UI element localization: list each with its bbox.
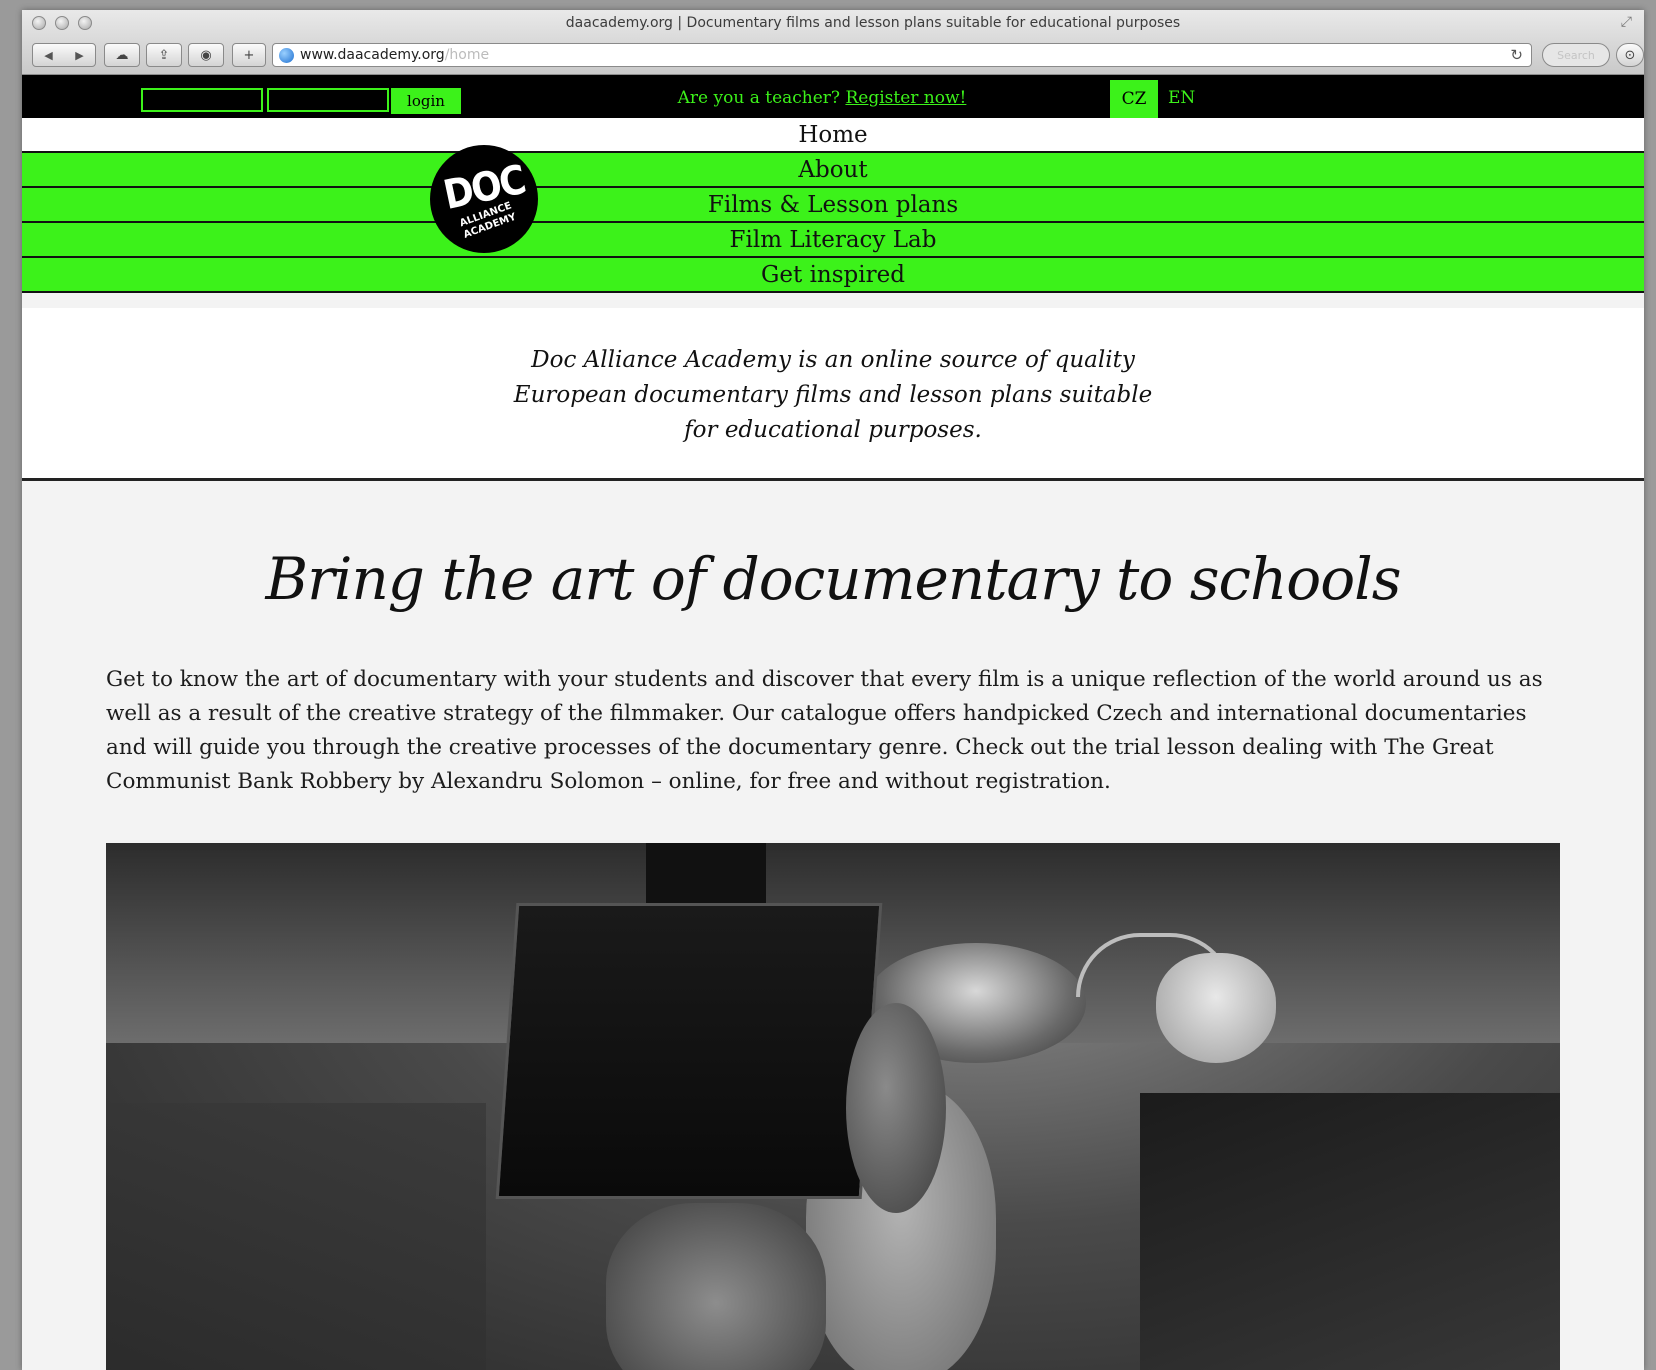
downloads-icon: ⊙ — [1624, 47, 1636, 63]
forward-icon[interactable]: ▶ — [75, 49, 83, 62]
back-forward-buttons[interactable]: ◀ ▶ — [32, 43, 96, 67]
window-controls — [32, 16, 92, 30]
menu-item-get-inspired[interactable]: Get inspired — [22, 258, 1644, 293]
intro-paragraph: Get to know the art of documentary with … — [106, 667, 1543, 794]
icloud-button[interactable]: ☁ — [104, 43, 140, 67]
browser-window: daacademy.org | Documentary films and le… — [22, 10, 1644, 1370]
menu-item-home[interactable]: Home — [22, 118, 1644, 153]
username-input[interactable] — [141, 88, 263, 112]
main-menu: Home About Films & Lesson plans Film Lit… — [22, 118, 1644, 293]
lang-cz-button[interactable]: CZ — [1110, 80, 1158, 118]
photo-camera-lens — [846, 1003, 946, 1213]
downloads-button[interactable]: ⊙ — [1616, 43, 1644, 67]
search-field[interactable]: Search — [1542, 43, 1610, 67]
teacher-prompt: Are you a teacher? Register now! — [572, 88, 1072, 108]
url-host: www.daacademy.org — [300, 47, 445, 63]
zoom-window-icon[interactable] — [78, 16, 92, 30]
menu-item-film-literacy-lab[interactable]: Film Literacy Lab — [22, 223, 1644, 258]
photo-lamp-shade — [1156, 953, 1276, 1063]
hero-photo — [106, 843, 1560, 1370]
history-icon: ◉ — [200, 47, 212, 63]
photo-wall-left — [106, 1103, 486, 1370]
lang-en-button[interactable]: EN — [1168, 88, 1195, 108]
photo-wall-right — [1140, 1093, 1560, 1370]
fullscreen-icon[interactable]: ⤢ — [1621, 14, 1632, 30]
reload-icon[interactable]: ↻ — [1510, 46, 1523, 64]
address-bar[interactable]: www.daacademy.org/home ↻ — [272, 43, 1532, 67]
photo-hand — [606, 1203, 826, 1370]
intro-text: Doc Alliance Academy is an online source… — [513, 347, 1153, 443]
register-link[interactable]: Register now! — [845, 88, 966, 108]
browser-toolbar: daacademy.org | Documentary films and le… — [22, 10, 1644, 75]
back-icon[interactable]: ◀ — [44, 49, 52, 62]
window-title: daacademy.org | Documentary films and le… — [565, 15, 1181, 31]
page-headline: Bring the art of documentary to schools — [265, 545, 1402, 613]
site-topbar: login Are you a teacher? Register now! C… — [22, 75, 1644, 118]
teacher-question: Are you a teacher? — [677, 88, 841, 108]
photo-camera-body — [495, 903, 883, 1199]
history-button[interactable]: ◉ — [188, 43, 224, 67]
add-tab-icon: + — [243, 47, 255, 63]
share-button[interactable]: ⇪ — [146, 43, 182, 67]
password-input[interactable] — [267, 88, 389, 112]
globe-icon — [279, 47, 294, 63]
close-window-icon[interactable] — [32, 16, 46, 30]
intro-section: Doc Alliance Academy is an online source… — [22, 308, 1644, 481]
doc-alliance-academy-logo[interactable]: DOC ALLIANCE ACADEMY — [430, 145, 538, 253]
minimize-window-icon[interactable] — [55, 16, 69, 30]
icloud-icon: ☁ — [115, 47, 129, 63]
new-tab-button[interactable]: + — [232, 43, 266, 67]
menu-item-films-lesson-plans[interactable]: Films & Lesson plans — [22, 188, 1644, 223]
share-icon: ⇪ — [158, 47, 170, 63]
menu-item-about[interactable]: About — [22, 153, 1644, 188]
login-button[interactable]: login — [391, 88, 461, 114]
url-path: /home — [444, 47, 490, 63]
